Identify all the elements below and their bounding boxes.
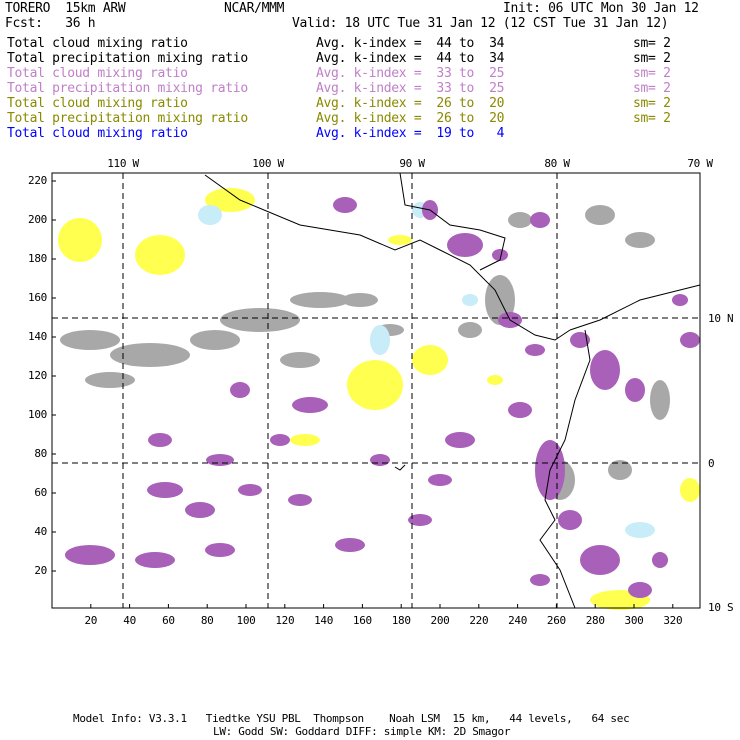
precip-area: [625, 522, 655, 538]
x-tick-label: 220: [469, 614, 489, 627]
y-tick-label: 120: [28, 369, 47, 382]
precip-area: [220, 308, 300, 332]
precip-area: [288, 494, 312, 506]
precip-area: [530, 212, 550, 228]
precip-area: [370, 325, 390, 355]
x-tick-label: 280: [585, 614, 605, 627]
y-tick-label: 60: [34, 486, 47, 499]
x-tick-label: 160: [352, 614, 372, 627]
precip-area: [270, 434, 290, 446]
precip-area: [342, 293, 378, 307]
longitude-label: 110 W: [107, 157, 139, 170]
precip-area: [458, 322, 482, 338]
x-tick-label: 80: [200, 614, 214, 627]
precip-area: [625, 232, 655, 248]
precip-area: [335, 538, 365, 552]
longitude-label: 100 W: [252, 157, 284, 170]
precip-area: [58, 218, 102, 262]
coastline: [394, 464, 406, 471]
x-tick-label: 260: [546, 614, 566, 627]
precip-area: [580, 545, 620, 575]
x-tick-label: 300: [624, 614, 644, 627]
x-tick-label: 140: [314, 614, 334, 627]
y-tick-label: 100: [28, 408, 47, 421]
longitude-label: 70 W: [687, 157, 713, 170]
precip-area: [508, 212, 532, 228]
precip-area: [198, 205, 222, 225]
precip-area: [558, 510, 582, 530]
precip-area: [292, 397, 328, 413]
coastline: [569, 284, 701, 331]
precip-area: [65, 545, 115, 565]
precip-area: [680, 332, 700, 348]
precip-area: [370, 454, 390, 466]
precip-area: [290, 292, 350, 308]
x-tick-label: 100: [236, 614, 256, 627]
precip-area: [628, 582, 652, 598]
precip-area: [230, 382, 250, 398]
y-tick-label: 20: [34, 564, 47, 577]
precip-area: [652, 552, 668, 568]
precip-area: [290, 434, 320, 446]
model-info-line2: LW: Godd SW: Goddard DIFF: simple KM: 2D…: [213, 725, 511, 738]
precip-area: [388, 235, 412, 245]
precip-area: [135, 235, 185, 275]
precip-area: [147, 482, 183, 498]
precip-area: [238, 484, 262, 496]
x-tick-label: 320: [663, 614, 683, 627]
y-tick-label: 180: [28, 252, 47, 265]
precip-area: [650, 380, 670, 420]
x-tick-label: 60: [162, 614, 175, 627]
precip-area: [680, 478, 700, 502]
precip-area: [447, 233, 483, 257]
precip-area: [190, 330, 240, 350]
precip-area: [185, 502, 215, 518]
y-tick-label: 220: [28, 174, 47, 187]
precip-area: [347, 360, 403, 410]
precip-area: [445, 432, 475, 448]
precip-area: [110, 343, 190, 367]
y-tick-label: 160: [28, 291, 47, 304]
coastline: [399, 172, 506, 271]
latitude-label: 10 S: [708, 601, 734, 614]
precip-area: [608, 460, 632, 480]
model-info-line1: Model Info: V3.3.1 Tiedtke YSU PBL Thomp…: [73, 712, 630, 725]
y-tick-label: 200: [28, 213, 47, 226]
precip-area: [462, 294, 478, 306]
precip-area: [590, 350, 620, 390]
precip-area: [85, 372, 135, 388]
map-plot: [51, 172, 701, 610]
precip-area: [487, 375, 503, 385]
precip-area: [280, 352, 320, 368]
precip-area: [135, 552, 175, 568]
longitude-label: 90 W: [399, 157, 425, 170]
precip-area: [148, 433, 172, 447]
precip-area: [672, 294, 688, 306]
precip-area: [206, 454, 234, 466]
x-tick-label: 120: [275, 614, 295, 627]
weather-plot: TORERO 15km ARW NCAR/MMM Init: 06 UTC Mo…: [0, 0, 740, 740]
y-tick-label: 40: [34, 525, 47, 538]
longitude-label: 80 W: [544, 157, 570, 170]
precip-area: [530, 574, 550, 586]
precip-area: [412, 345, 448, 375]
precip-area: [333, 197, 357, 213]
x-tick-label: 40: [123, 614, 136, 627]
precip-area: [508, 402, 532, 418]
latitude-label: 10 N: [708, 312, 734, 325]
precip-area: [625, 378, 645, 402]
latitude-label: 0: [708, 457, 715, 470]
x-tick-label: 180: [391, 614, 411, 627]
y-tick-label: 140: [28, 330, 47, 343]
precip-area: [525, 344, 545, 356]
x-tick-label: 20: [84, 614, 98, 627]
x-tick-label: 200: [430, 614, 450, 627]
y-tick-label: 80: [34, 447, 47, 460]
precip-area: [60, 330, 120, 350]
precip-area: [205, 543, 235, 557]
precip-area: [585, 205, 615, 225]
x-tick-label: 240: [508, 614, 528, 627]
precip-area: [428, 474, 452, 486]
